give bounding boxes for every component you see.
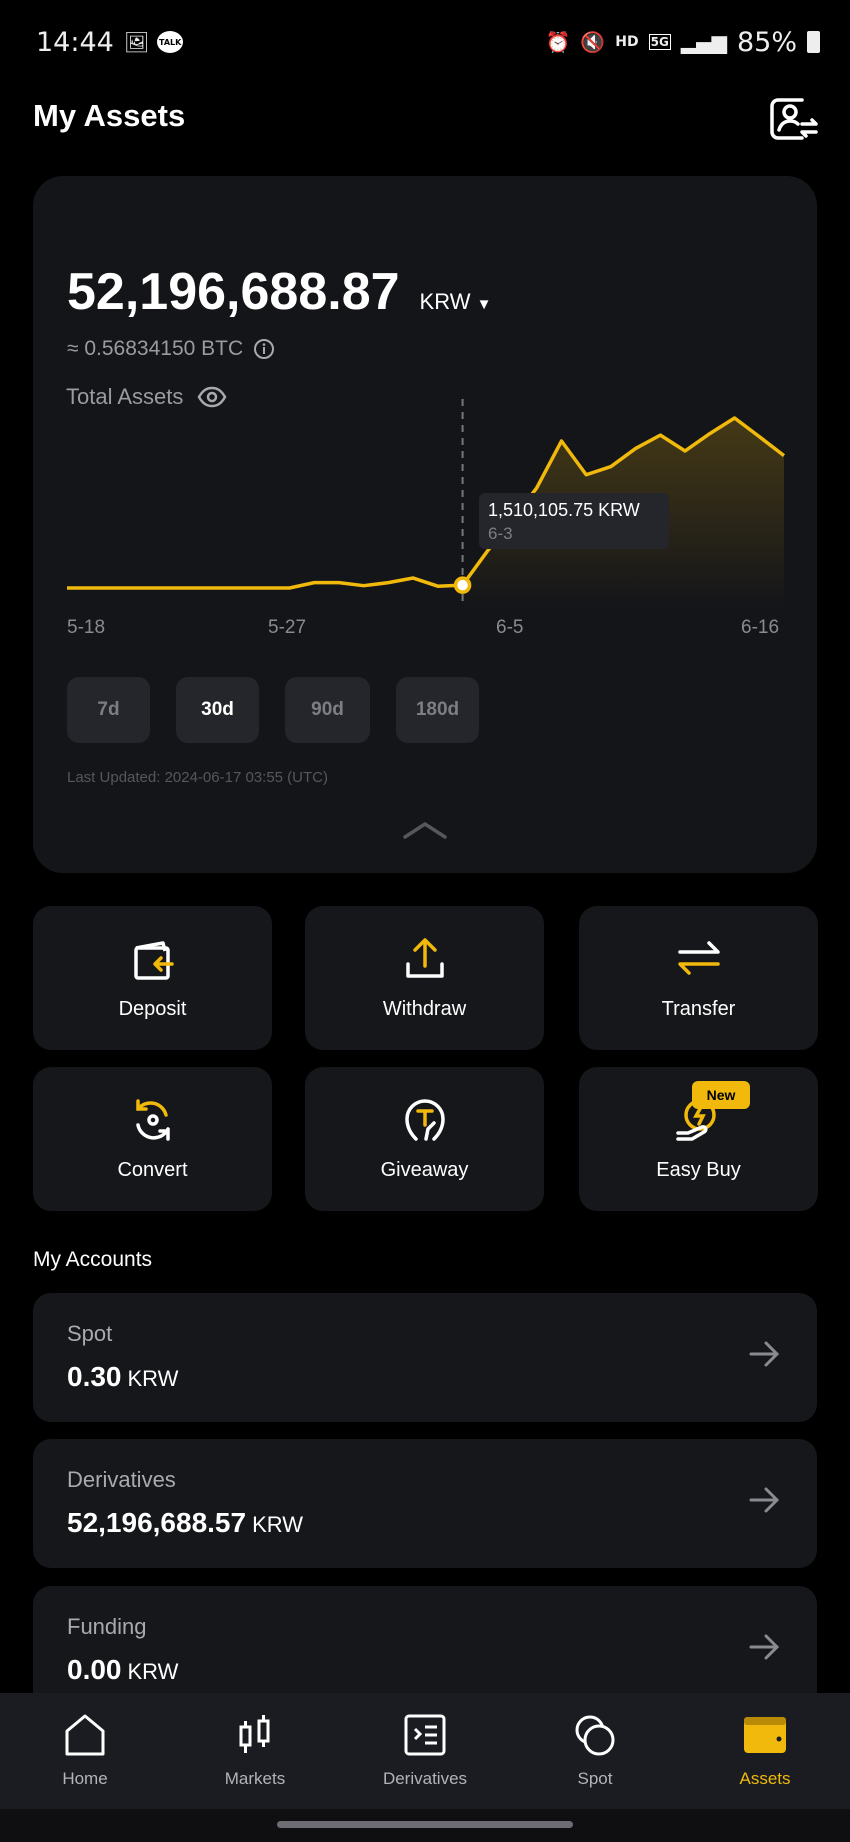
account-amount: 0.30 [67,1361,122,1392]
nav-spot[interactable]: Spot [510,1693,680,1809]
account-switch-icon[interactable] [768,96,820,147]
collapse-chevron-icon[interactable] [402,820,448,840]
withdraw-icon [405,938,444,978]
withdraw-button[interactable]: Withdraw [305,906,544,1050]
nav-label: Assets [739,1769,791,1788]
x-tick-label: 6-16 [741,617,780,638]
deposit-icon [133,941,174,980]
arrow-right-icon [749,1341,780,1367]
x-tick-label: 5-27 [268,617,307,638]
total-amount-value: 52,196,688.87 [67,263,400,321]
account-name: Funding [67,1614,147,1639]
spot-icon [575,1715,615,1756]
deposit-button[interactable]: Deposit [33,906,272,1050]
status-time: 14:44 [36,26,114,58]
nav-label: Derivatives [382,1769,468,1788]
giveaway-icon [404,1099,445,1141]
account-currency: KRW [127,1659,179,1684]
account-value: 0.30 KRW [67,1361,178,1393]
mute-icon: 🔇 [580,30,606,54]
new-badge: New [692,1081,750,1109]
easy-buy-label: Easy Buy [656,1159,741,1181]
transfer-button[interactable]: Transfer [579,906,818,1050]
5g-icon: 5G [648,34,671,50]
giveaway-label: Giveaway [380,1159,469,1181]
transfer-icon [677,941,720,975]
btc-value: ≈ 0.56834150 BTC [67,337,244,360]
page-title: My Assets [33,98,186,133]
account-currency: KRW [252,1512,303,1537]
tooltip-date: 6-3 [488,524,513,543]
range-30d[interactable]: 30d [176,677,259,743]
kakaotalk-icon: TALK [157,31,184,53]
nav-markets[interactable]: Markets [170,1693,340,1809]
account-currency: KRW [127,1366,179,1391]
total-amount: 52,196,688.87 KRW ▼ [67,262,491,322]
convert-icon [135,1099,170,1141]
home-icon [65,1714,105,1756]
currency-label: KRW [419,289,471,314]
battery-level: 85% [736,26,797,58]
signal-icon: ▂▄▆ [680,30,727,54]
nav-derivatives[interactable]: Derivatives [340,1693,510,1809]
x-tick-label: 5-18 [67,617,106,638]
account-name: Spot [67,1321,113,1346]
withdraw-label: Withdraw [382,998,467,1020]
convert-button[interactable]: Convert [33,1067,272,1211]
giveaway-button[interactable]: Giveaway [305,1067,544,1211]
btc-equivalent: ≈ 0.56834150 BTC [67,337,275,361]
account-amount: 52,196,688.57 [67,1507,247,1538]
nav-label: Spot [577,1769,613,1788]
markets-icon [239,1715,270,1753]
derivatives-icon [404,1714,446,1756]
home-indicator[interactable] [277,1821,573,1828]
range-90d[interactable]: 90d [285,677,370,743]
nav-label: Markets [224,1769,286,1788]
arrow-right-icon [749,1487,780,1513]
asset-chart[interactable] [0,390,850,620]
currency-selector[interactable]: KRW ▼ [420,289,492,315]
deposit-label: Deposit [118,998,187,1020]
info-icon[interactable] [253,338,275,360]
status-bar: 14:44 🖼 TALK ⏰ 🔇 HD 5G ▂▄▆ 85% [36,22,820,62]
range-180d[interactable]: 180d [396,677,479,743]
account-value: 52,196,688.57 KRW [67,1507,303,1539]
wallet-icon [744,1717,786,1753]
bottom-nav: Home Markets Derivatives Spot Assets [0,1693,850,1809]
hd-voice-icon: HD [615,34,639,50]
account-value: 0.00 KRW [67,1654,178,1686]
last-updated: Last Updated: 2024-06-17 03:55 (UTC) [67,769,328,786]
chart-tooltip: 1,510,105.75 KRW 6-3 [479,493,669,549]
my-accounts-title: My Accounts [33,1248,153,1271]
nav-home[interactable]: Home [0,1693,170,1809]
convert-label: Convert [117,1159,188,1181]
alarm-icon: ⏰ [545,30,571,54]
gallery-icon: 🖼 [123,30,150,54]
account-name: Derivatives [67,1467,176,1492]
x-tick-label: 6-5 [496,617,524,638]
transfer-label: Transfer [661,998,736,1020]
nav-assets[interactable]: Assets [680,1693,850,1809]
nav-label: Home [62,1769,108,1788]
tooltip-value: 1,510,105.75 KRW [488,500,640,520]
selected-data-point [453,576,472,594]
account-amount: 0.00 [67,1654,122,1685]
range-7d[interactable]: 7d [67,677,150,743]
account-spot[interactable]: Spot 0.30 KRW [33,1293,817,1422]
arrow-right-icon [749,1634,780,1660]
account-derivatives[interactable]: Derivatives 52,196,688.57 KRW [33,1439,817,1568]
caret-down-icon: ▼ [476,296,492,313]
battery-icon [807,31,820,53]
